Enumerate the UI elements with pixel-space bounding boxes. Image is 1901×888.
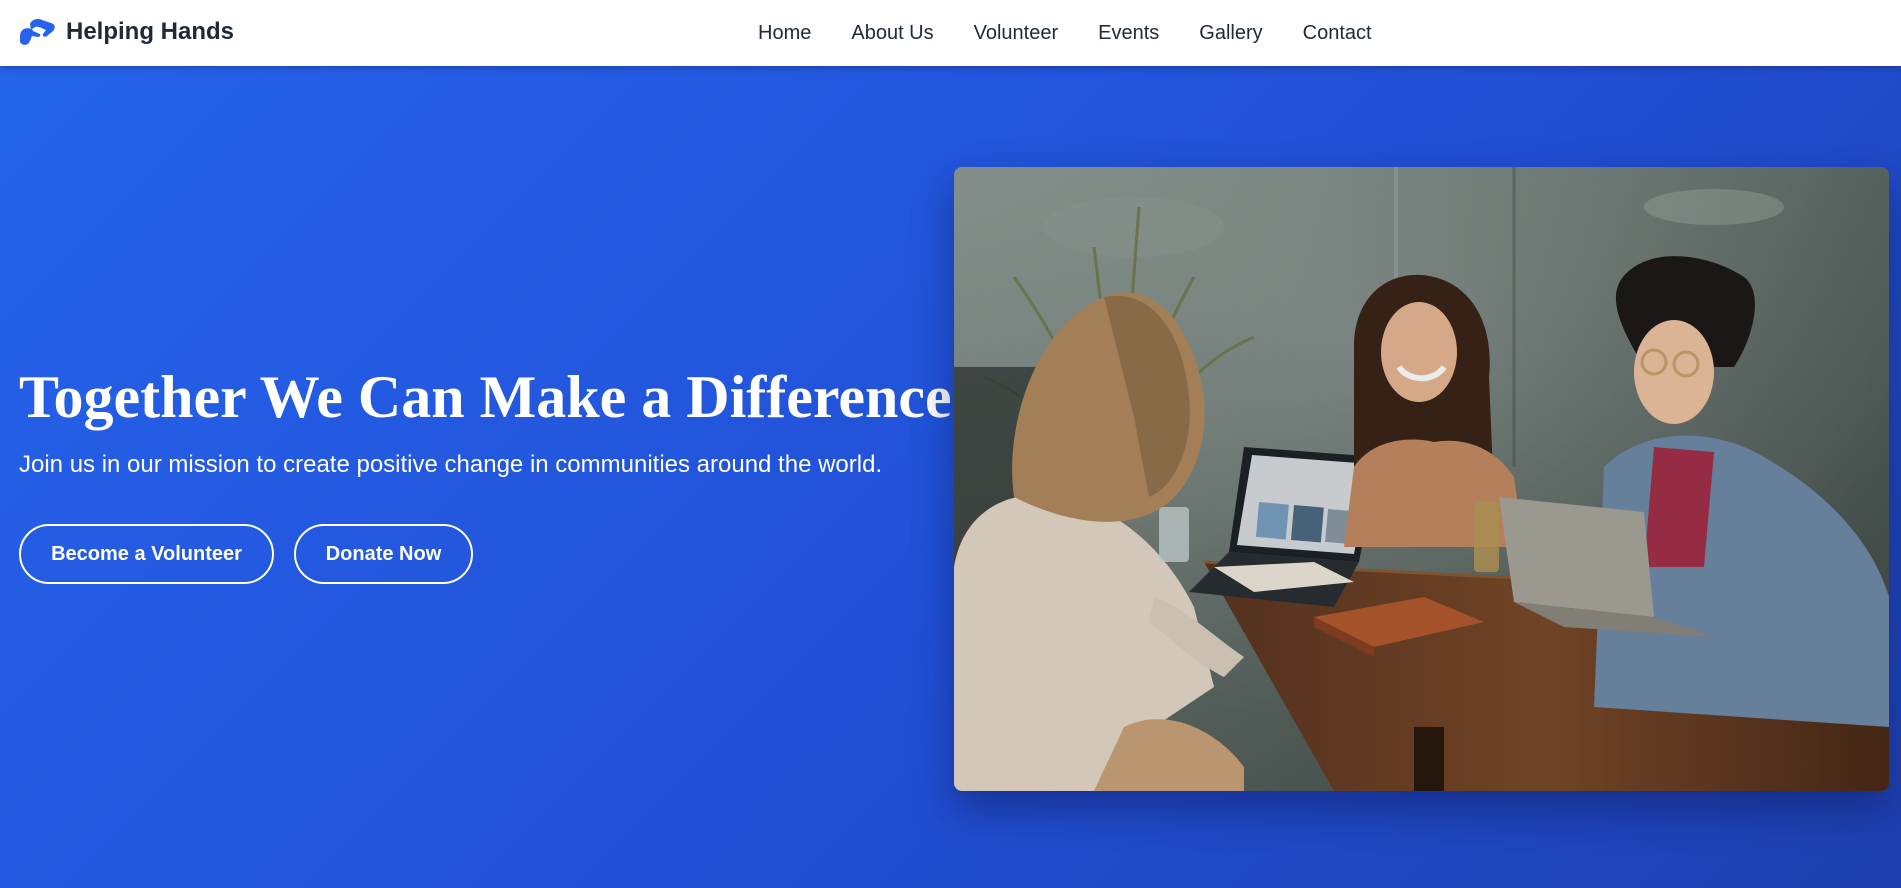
hero-section: Together We Can Make a Difference Join u… — [0, 66, 1901, 888]
main-nav: Home About Us Volunteer Events Gallery C… — [758, 0, 1372, 66]
donate-now-button[interactable]: Donate Now — [294, 524, 473, 584]
nav-home[interactable]: Home — [758, 22, 811, 45]
brand-logo[interactable]: Helping Hands — [18, 14, 234, 50]
nav-volunteer[interactable]: Volunteer — [974, 22, 1059, 45]
hero-subtitle: Join us in our mission to create positiv… — [19, 451, 883, 478]
brand-name: Helping Hands — [66, 18, 235, 45]
hero-headline: Together We Can Make a Difference — [19, 364, 952, 430]
nav-gallery[interactable]: Gallery — [1199, 22, 1262, 45]
nav-contact[interactable]: Contact — [1303, 22, 1372, 45]
handshake-icon — [20, 19, 55, 45]
navbar: Helping Hands Home About Us Volunteer Ev… — [0, 0, 1901, 66]
volunteers-photo — [954, 167, 1889, 791]
nav-events[interactable]: Events — [1098, 22, 1159, 45]
hero-image — [954, 167, 1889, 791]
nav-about-us[interactable]: About Us — [851, 22, 933, 45]
become-volunteer-button[interactable]: Become a Volunteer — [19, 524, 274, 584]
